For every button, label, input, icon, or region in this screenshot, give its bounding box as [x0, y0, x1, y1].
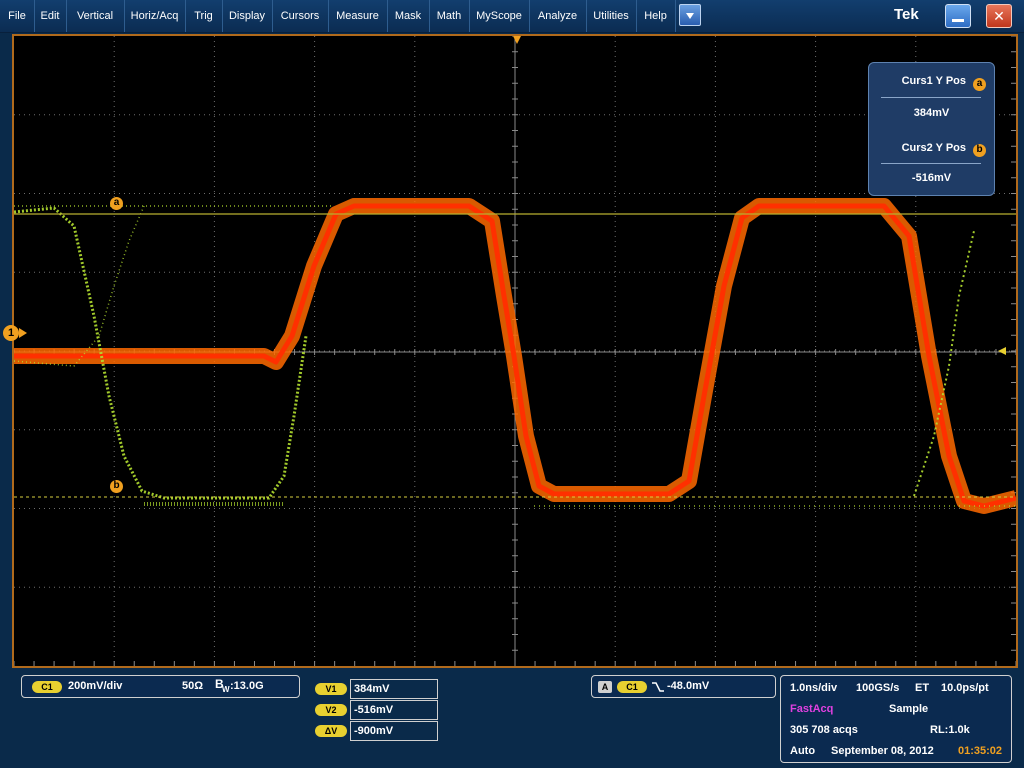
sample-mode: Sample: [889, 703, 929, 715]
delta-v-value: -900mV: [350, 721, 438, 741]
curs2-value: -516mV: [911, 172, 952, 184]
channel-chip: C1: [32, 681, 62, 693]
acquisition-count: 305 708 acqs: [790, 724, 858, 736]
acq-mode: ET: [915, 682, 930, 694]
acquisition-settings[interactable]: 1.0ns/div 100GS/s ET 10.0ps/pt FastAcq S…: [780, 675, 1012, 763]
bandwidth: :13.0G: [230, 680, 264, 692]
record-length: RL:1.0k: [930, 724, 970, 736]
v1-value: 384mV: [350, 679, 438, 699]
v2-chip: V2: [315, 704, 347, 716]
falling-edge-icon: [652, 682, 664, 692]
menu-utilities[interactable]: Utilities: [586, 0, 637, 32]
menu-help[interactable]: Help: [636, 0, 676, 32]
trigger-source-chip: A: [598, 681, 612, 693]
close-button[interactable]: ✕: [986, 4, 1012, 28]
minimize-button[interactable]: [945, 4, 971, 28]
tek-logo: Tek: [894, 6, 919, 23]
menu-measure[interactable]: Measure: [328, 0, 388, 32]
menu-cursors[interactable]: Cursors: [272, 0, 329, 32]
curs1-label: Curs1 Y Pos: [901, 75, 966, 87]
chevron-down-icon[interactable]: [679, 4, 701, 26]
menu-file[interactable]: File: [0, 0, 35, 32]
curs2-label: Curs2 Y Pos: [901, 142, 966, 154]
sample-rate: 100GS/s: [856, 682, 900, 694]
curs2-badge: b: [973, 144, 986, 157]
channel-1-arrow-icon: [19, 328, 27, 338]
trigger-mode: Auto: [790, 745, 816, 757]
trigger-level-icon: [998, 347, 1006, 355]
graticule: [14, 36, 1016, 666]
channel-1-settings[interactable]: C1 200mV/div 50Ω B W :13.0G: [21, 675, 300, 698]
cursor-values[interactable]: V1 384mV V2 -516mV ΔV -900mV: [307, 678, 441, 743]
date: September 08, 2012: [831, 745, 934, 757]
bandwidth-sub: W: [222, 685, 230, 694]
menu-vertical[interactable]: Vertical: [66, 0, 125, 32]
trigger-position-icon: [513, 36, 521, 44]
trigger-settings[interactable]: A C1 -48.0mV: [591, 675, 776, 698]
trace-sparse: [14, 205, 145, 367]
curs1-badge: a: [973, 78, 986, 91]
menu-analyze[interactable]: Analyze: [529, 0, 587, 32]
v2-value: -516mV: [350, 700, 438, 720]
menu-myscope[interactable]: MyScope: [469, 0, 530, 32]
delta-v-chip: ΔV: [315, 725, 347, 737]
cursor-a-marker[interactable]: a: [110, 197, 123, 210]
menu-display[interactable]: Display: [222, 0, 273, 32]
menu-edit[interactable]: Edit: [34, 0, 67, 32]
menu-trig[interactable]: Trig: [185, 0, 223, 32]
resolution: 10.0ps/pt: [941, 682, 989, 694]
menu-horiz-acq[interactable]: Horiz/Acq: [124, 0, 186, 32]
menu-mask[interactable]: Mask: [387, 0, 430, 32]
timebase: 1.0ns/div: [790, 682, 838, 694]
cursor-b-marker[interactable]: b: [110, 480, 123, 493]
menu-math[interactable]: Math: [429, 0, 470, 32]
cursor-readout[interactable]: Curs1 Y Pos a 384mV Curs2 Y Pos b -516mV: [868, 62, 995, 196]
vertical-scale: 200mV/div: [68, 680, 123, 692]
trigger-level: -48.0mV: [667, 680, 710, 692]
channel-1-marker[interactable]: 1: [3, 325, 19, 341]
time: 01:35:02: [958, 745, 1003, 757]
menu-bar: File Edit Vertical Horiz/Acq Trig Displa…: [0, 0, 1024, 33]
impedance: 50Ω: [182, 680, 204, 692]
v1-chip: V1: [315, 683, 347, 695]
curs1-value: 384mV: [913, 107, 950, 119]
divider: [881, 163, 981, 164]
divider: [881, 97, 981, 98]
fastacq-status: FastAcq: [790, 703, 834, 715]
trigger-channel-chip: C1: [617, 681, 647, 693]
